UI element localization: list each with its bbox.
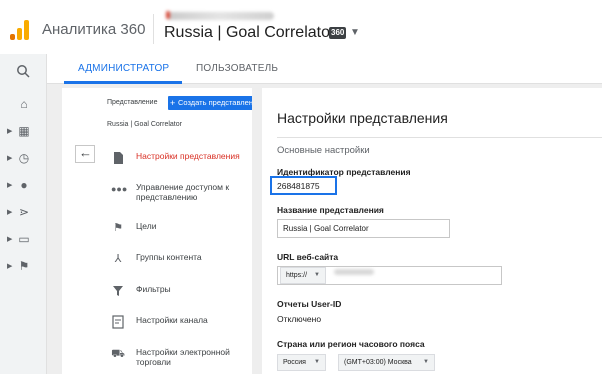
rail-realtime[interactable]: ▶ ◷: [0, 148, 47, 170]
behavior-icon: ▭: [18, 232, 30, 246]
nav-channel-settings[interactable]: Настройки канала: [102, 315, 252, 329]
user-id-label: Отчеты User-ID: [277, 299, 342, 309]
cart-icon: ⛟: [111, 348, 125, 360]
app-header: Аналитика 360 Russia | Goal Correlator 3…: [0, 0, 602, 54]
flag-icon: ⚑: [113, 222, 123, 234]
header-divider: [153, 14, 154, 44]
expand-arrow-icon: ▶: [7, 155, 13, 162]
nav-view-access[interactable]: ●●● Управление доступом к представлению: [102, 182, 252, 204]
admin-tabs: АДМИНИСТРАТОР ПОЛЬЗОВАТЕЛЬ: [47, 54, 602, 84]
arrow-left-icon: ←: [79, 145, 92, 160]
rail-customization[interactable]: ▶ ▦: [0, 121, 47, 143]
timezone-value: (GMT+03:00) Москва: [344, 359, 412, 366]
plus-icon: +: [170, 98, 176, 108]
expand-arrow-icon: ▶: [7, 182, 13, 189]
nav-label: Настройки электронной торговли: [136, 347, 230, 367]
website-url-label: URL веб-сайта: [277, 252, 339, 262]
caret-down-icon: ▼: [314, 359, 320, 365]
left-rail: ⌂ ▶ ▦ ▶ ◷ ▶ ● ▶ ⋗ ▶ ▭ ▶ ⚑: [0, 54, 47, 374]
home-icon: ⌂: [20, 97, 28, 111]
content-group-icon: ⅄: [114, 253, 122, 265]
people-icon: ●●●: [111, 184, 128, 194]
create-view-button[interactable]: + Создать представление: [168, 96, 254, 110]
view-name-input[interactable]: Russia | Goal Correlator: [277, 219, 450, 238]
flag-icon: ⚑: [18, 259, 30, 273]
search-icon[interactable]: [16, 64, 30, 78]
analytics-logo-icon[interactable]: [10, 20, 32, 40]
create-view-label: Создать представление: [178, 98, 254, 107]
expand-arrow-icon: ▶: [7, 263, 13, 270]
nav-goals[interactable]: ⚑ Цели: [102, 221, 252, 235]
caret-down-icon: ▼: [423, 359, 429, 365]
nav-content-groups[interactable]: ⅄ Группы контента: [102, 252, 252, 266]
nav-filters[interactable]: Фильтры: [102, 284, 252, 298]
rail-conversions[interactable]: ▶ ⚑: [0, 256, 47, 278]
rail-home[interactable]: ⌂: [0, 94, 47, 116]
view-name-label: Название представления: [277, 205, 384, 215]
filter-icon: [113, 286, 123, 296]
view-selector-small[interactable]: Russia | Goal Correlator: [107, 121, 182, 128]
expand-arrow-icon: ▶: [7, 209, 13, 216]
tab-user[interactable]: ПОЛЬЗОВАТЕЛЬ: [196, 63, 278, 74]
channel-icon: [112, 315, 124, 329]
country-dropdown[interactable]: Россия ▼: [277, 354, 326, 371]
view-settings-panel: Настройки представления Основные настрой…: [262, 88, 602, 374]
expand-arrow-icon: ▶: [7, 236, 13, 243]
caret-down-icon[interactable]: ▼: [350, 27, 360, 38]
tab-administrator[interactable]: АДМИНИСТРАТОР: [78, 63, 169, 74]
acquisition-icon: ⋗: [18, 205, 30, 219]
expand-arrow-icon: ▶: [7, 128, 13, 135]
brand-name[interactable]: Аналитика 360: [42, 21, 145, 38]
clock-icon: ◷: [18, 151, 30, 165]
nav-ecommerce-settings[interactable]: ⛟ Настройки электронной торговли: [102, 347, 252, 369]
account-name-redacted: [166, 11, 274, 20]
document-icon: [114, 152, 123, 164]
timezone-dropdown[interactable]: (GMT+03:00) Москва ▼: [338, 354, 435, 371]
timezone-label: Страна или регион часового пояса: [277, 339, 425, 349]
page-title: Настройки представления: [277, 110, 448, 126]
nav-label: Группы контента: [136, 252, 202, 262]
protocol-value: https://: [286, 272, 308, 279]
back-button[interactable]: ←: [75, 145, 95, 163]
nav-label: Фильтры: [136, 284, 171, 294]
protocol-dropdown[interactable]: https:// ▼: [280, 267, 326, 284]
title-divider: [277, 137, 602, 138]
country-value: Россия: [283, 359, 306, 366]
panel-separator: [252, 88, 262, 374]
view-selector[interactable]: Russia | Goal Correlator: [164, 24, 335, 42]
nav-label: Настройки канала: [136, 315, 208, 325]
nav-label: Настройки представления: [136, 151, 240, 161]
view-badge: 360: [329, 27, 347, 39]
caret-down-icon: ▼: [314, 272, 320, 278]
person-icon: ●: [20, 178, 28, 192]
column-heading: Представление: [107, 99, 158, 106]
rail-audience[interactable]: ▶ ●: [0, 175, 47, 197]
dashboard-icon: ▦: [18, 124, 30, 138]
view-column: Представление + Создать представление Rus…: [62, 88, 254, 374]
rail-acquisition[interactable]: ▶ ⋗: [0, 202, 47, 224]
nav-view-settings[interactable]: Настройки представления: [102, 151, 252, 165]
rail-behavior[interactable]: ▶ ▭: [0, 229, 47, 251]
section-heading: Основные настройки: [277, 145, 370, 156]
nav-label: Цели: [136, 221, 157, 231]
view-id-value: 268481875: [277, 181, 320, 191]
url-redacted: [334, 269, 374, 275]
nav-label: Управление доступом к представлению: [136, 182, 230, 202]
user-id-value: Отключено: [277, 314, 322, 324]
